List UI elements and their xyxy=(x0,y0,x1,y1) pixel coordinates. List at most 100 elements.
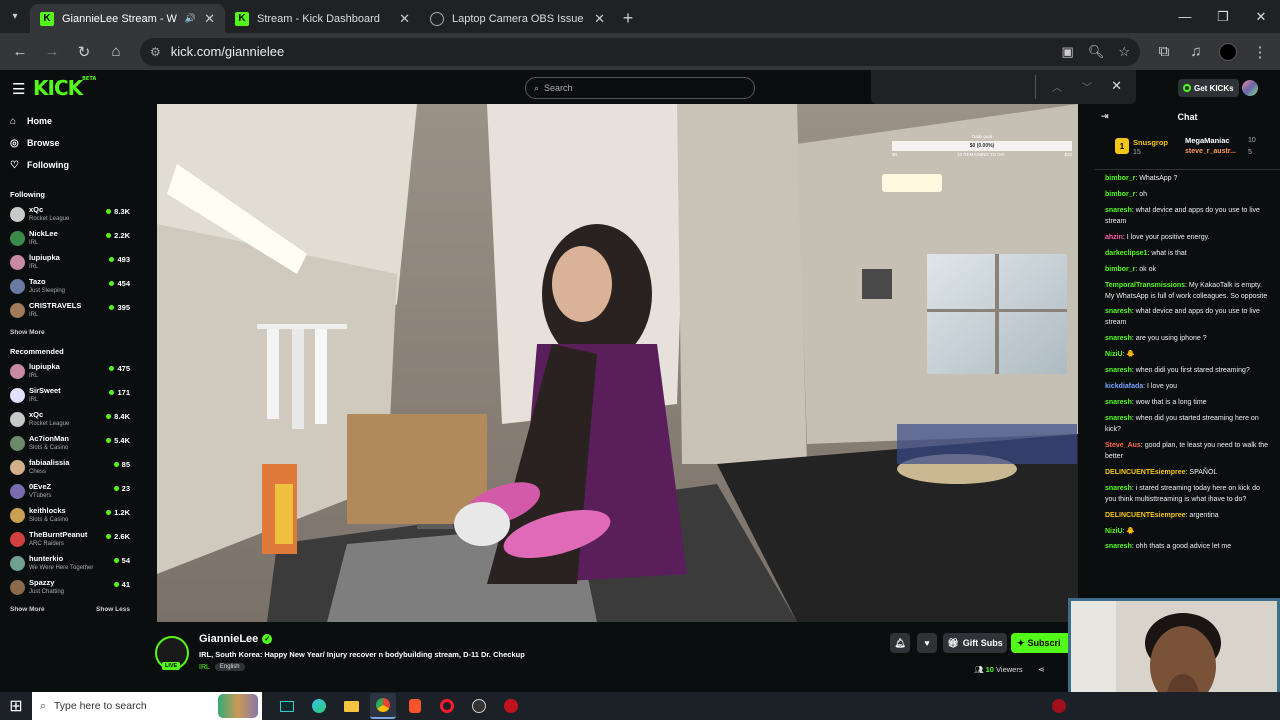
sidebar-channel[interactable]: xQc Rocket League 8.4K xyxy=(0,408,140,432)
sidebar-channel[interactable]: Spazzy Just Chatting 41 xyxy=(0,576,140,600)
taskbar-search-input[interactable]: ⌕ Type here to search xyxy=(32,692,262,720)
chat-username[interactable]: Steve_Aus xyxy=(1105,442,1141,449)
chat-username[interactable]: darkeclipse1 xyxy=(1105,250,1147,257)
back-icon[interactable]: ← xyxy=(6,38,34,66)
nav-following[interactable]: ♡ Following xyxy=(0,154,140,176)
show-more-button[interactable]: Show More xyxy=(10,606,45,613)
speaker-icon[interactable]: 🔊 xyxy=(185,13,196,24)
chat-username[interactable]: TemporalTransmissions xyxy=(1105,282,1185,289)
close-tab-icon[interactable]: ✕ xyxy=(594,11,605,27)
chat-username[interactable]: DELINCUENTEsiempree xyxy=(1105,469,1186,476)
media-control-icon[interactable]: ♫ xyxy=(1182,38,1210,66)
edge-app-icon[interactable] xyxy=(306,693,332,719)
home-button-icon[interactable]: ⌂ xyxy=(102,38,130,66)
brave-app-icon[interactable] xyxy=(402,693,428,719)
profile-avatar[interactable] xyxy=(1214,38,1242,66)
zoom-icon[interactable]: 🔍︎ xyxy=(1088,44,1105,60)
file-explorer-icon[interactable] xyxy=(338,693,364,719)
minimize-icon[interactable]: — xyxy=(1166,0,1204,33)
obs-app-icon[interactable] xyxy=(466,693,492,719)
sidebar-channel[interactable]: 0EveZ VTubers 23 xyxy=(0,480,140,504)
tab-laptop-camera[interactable]: Laptop Camera OBS Issue ✕ xyxy=(420,4,615,33)
sidebar-channel[interactable]: fabiaalissia Chess 85 xyxy=(0,456,140,480)
leader-username[interactable]: MegaManiac xyxy=(1185,136,1230,145)
sidebar-channel[interactable]: Ac7ionMan Slots & Casino 5.4K xyxy=(0,432,140,456)
new-tab-button[interactable]: + xyxy=(615,4,641,33)
chat-username[interactable]: snaresh xyxy=(1105,415,1132,422)
windows-start-icon[interactable]: ⊞ xyxy=(0,696,32,716)
chat-username[interactable]: snaresh xyxy=(1105,543,1132,550)
sidebar-channel[interactable]: TheBurntPeanut ARC Raiders 2.6K xyxy=(0,528,140,552)
tab-giannielee[interactable]: K GiannieLee Stream - Watch Live o 🔊 ✕ xyxy=(30,4,225,33)
reload-icon[interactable]: ↻ xyxy=(70,38,98,66)
chat-username[interactable]: NiziU xyxy=(1105,528,1123,535)
chat-username[interactable]: kickdiafada xyxy=(1105,383,1143,390)
nav-home[interactable]: ⌂ Home xyxy=(0,110,140,132)
chat-username[interactable]: DELINCUENTEsiempree xyxy=(1105,512,1186,519)
sidebar-channel[interactable]: xQc Rocket League 8.3K xyxy=(0,203,140,227)
collapse-chat-icon[interactable]: ⇥ xyxy=(1101,111,1109,122)
close-find-icon[interactable]: ✕ xyxy=(1111,78,1122,94)
chat-username[interactable]: bimbor_r xyxy=(1105,175,1135,182)
find-previous-icon[interactable]: ︿ xyxy=(1052,79,1062,94)
goal-value: $0 (0.00%) xyxy=(969,143,995,149)
sidebar-channel[interactable]: hunterkio We Were Here Together 54 xyxy=(0,552,140,576)
chat-username[interactable]: snaresh xyxy=(1105,308,1132,315)
site-info-icon[interactable]: ⚙ xyxy=(150,45,161,59)
video-player[interactable]: Daily goal $0 (0.00%) $0 10 REMAINING TO… xyxy=(157,104,1078,622)
sidebar-channel[interactable]: CRISTRAVELS IRL 395 xyxy=(0,299,140,323)
sidebar-channel[interactable]: NickLee IRL 2.2K xyxy=(0,227,140,251)
find-next-icon[interactable]: ﹀ xyxy=(1082,79,1092,94)
sidebar-channel[interactable]: lupiupka IRL 493 xyxy=(0,251,140,275)
get-kicks-button[interactable]: Get KICKs xyxy=(1178,79,1239,97)
address-bar[interactable]: ⚙ kick.com/giannielee ▣ 🔍︎ ☆ xyxy=(140,37,1140,66)
kick-logo[interactable]: KICKBETA xyxy=(33,76,96,100)
tab-kick-dashboard[interactable]: K Stream - Kick Dashboard ✕ xyxy=(225,4,420,33)
nav-browse[interactable]: ◎ Browse xyxy=(0,132,140,154)
gift-subs-button[interactable]: 🎁︎ Gift Subs xyxy=(943,633,1007,653)
leader-username[interactable]: Snusgrop xyxy=(1133,138,1168,147)
show-less-button[interactable]: Show Less xyxy=(96,606,130,613)
reading-mode-icon[interactable]: ▣ xyxy=(1062,44,1074,60)
sidebar-channel[interactable]: Tazo Just Sleeping 454 xyxy=(0,275,140,299)
forward-icon[interactable]: → xyxy=(38,38,66,66)
share-icon[interactable]: ⋖ xyxy=(1038,665,1045,674)
search-input[interactable]: ⌕ Search xyxy=(525,77,755,99)
menu-icon[interactable]: ☰ xyxy=(12,80,25,98)
red-app-icon[interactable] xyxy=(498,693,524,719)
chat-username[interactable]: snaresh xyxy=(1105,399,1132,406)
bookmark-star-icon[interactable]: ☆ xyxy=(1118,44,1130,60)
sidebar-channel[interactable]: keithlocks Slots & Casino 1.2K xyxy=(0,504,140,528)
opera-app-icon[interactable] xyxy=(434,693,460,719)
close-window-icon[interactable]: ✕ xyxy=(1242,0,1280,33)
chat-username[interactable]: snaresh xyxy=(1105,367,1132,374)
close-tab-icon[interactable]: ✕ xyxy=(204,11,215,27)
chat-username[interactable]: bimbor_r xyxy=(1105,266,1135,273)
chat-username[interactable]: NiziU xyxy=(1105,351,1123,358)
notification-bell-button[interactable]: 🔔︎ xyxy=(890,633,910,653)
tray-app-icon[interactable] xyxy=(1052,699,1066,713)
chat-username[interactable]: snaresh xyxy=(1105,485,1132,492)
extensions-icon[interactable]: ⧉ xyxy=(1150,38,1178,66)
leader-username[interactable]: steve_r_austr... xyxy=(1185,148,1236,155)
chat-username[interactable]: snaresh xyxy=(1105,335,1132,342)
close-tab-icon[interactable]: ✕ xyxy=(399,11,410,27)
show-more-following[interactable]: Show More xyxy=(0,323,140,341)
follow-heart-button[interactable]: ♥ xyxy=(917,633,937,653)
tab-search-button[interactable]: ▾ xyxy=(0,0,30,33)
category-link[interactable]: IRL xyxy=(199,664,210,671)
terminal-app-icon[interactable] xyxy=(274,693,300,719)
chat-username[interactable]: bimbor_r xyxy=(1105,191,1135,198)
streamer-name[interactable]: GiannieLee ✓ xyxy=(199,633,273,645)
maximize-icon[interactable]: ❐ xyxy=(1204,0,1242,33)
sidebar-channel[interactable]: SirSweet IRL 171 xyxy=(0,384,140,408)
browser-menu-icon[interactable]: ⋮ xyxy=(1246,38,1274,66)
chat-username[interactable]: ahzin xyxy=(1105,234,1123,241)
sidebar-channel[interactable]: lupiupka IRL 475 xyxy=(0,360,140,384)
kicks-coin-icon xyxy=(1183,84,1191,92)
language-tag[interactable]: English xyxy=(214,663,245,671)
chat-username[interactable]: snaresh xyxy=(1105,207,1132,214)
subscribe-button[interactable]: ✦ Subscri xyxy=(1011,633,1071,653)
chrome-app-icon[interactable] xyxy=(370,693,396,719)
user-avatar[interactable] xyxy=(1242,80,1258,96)
